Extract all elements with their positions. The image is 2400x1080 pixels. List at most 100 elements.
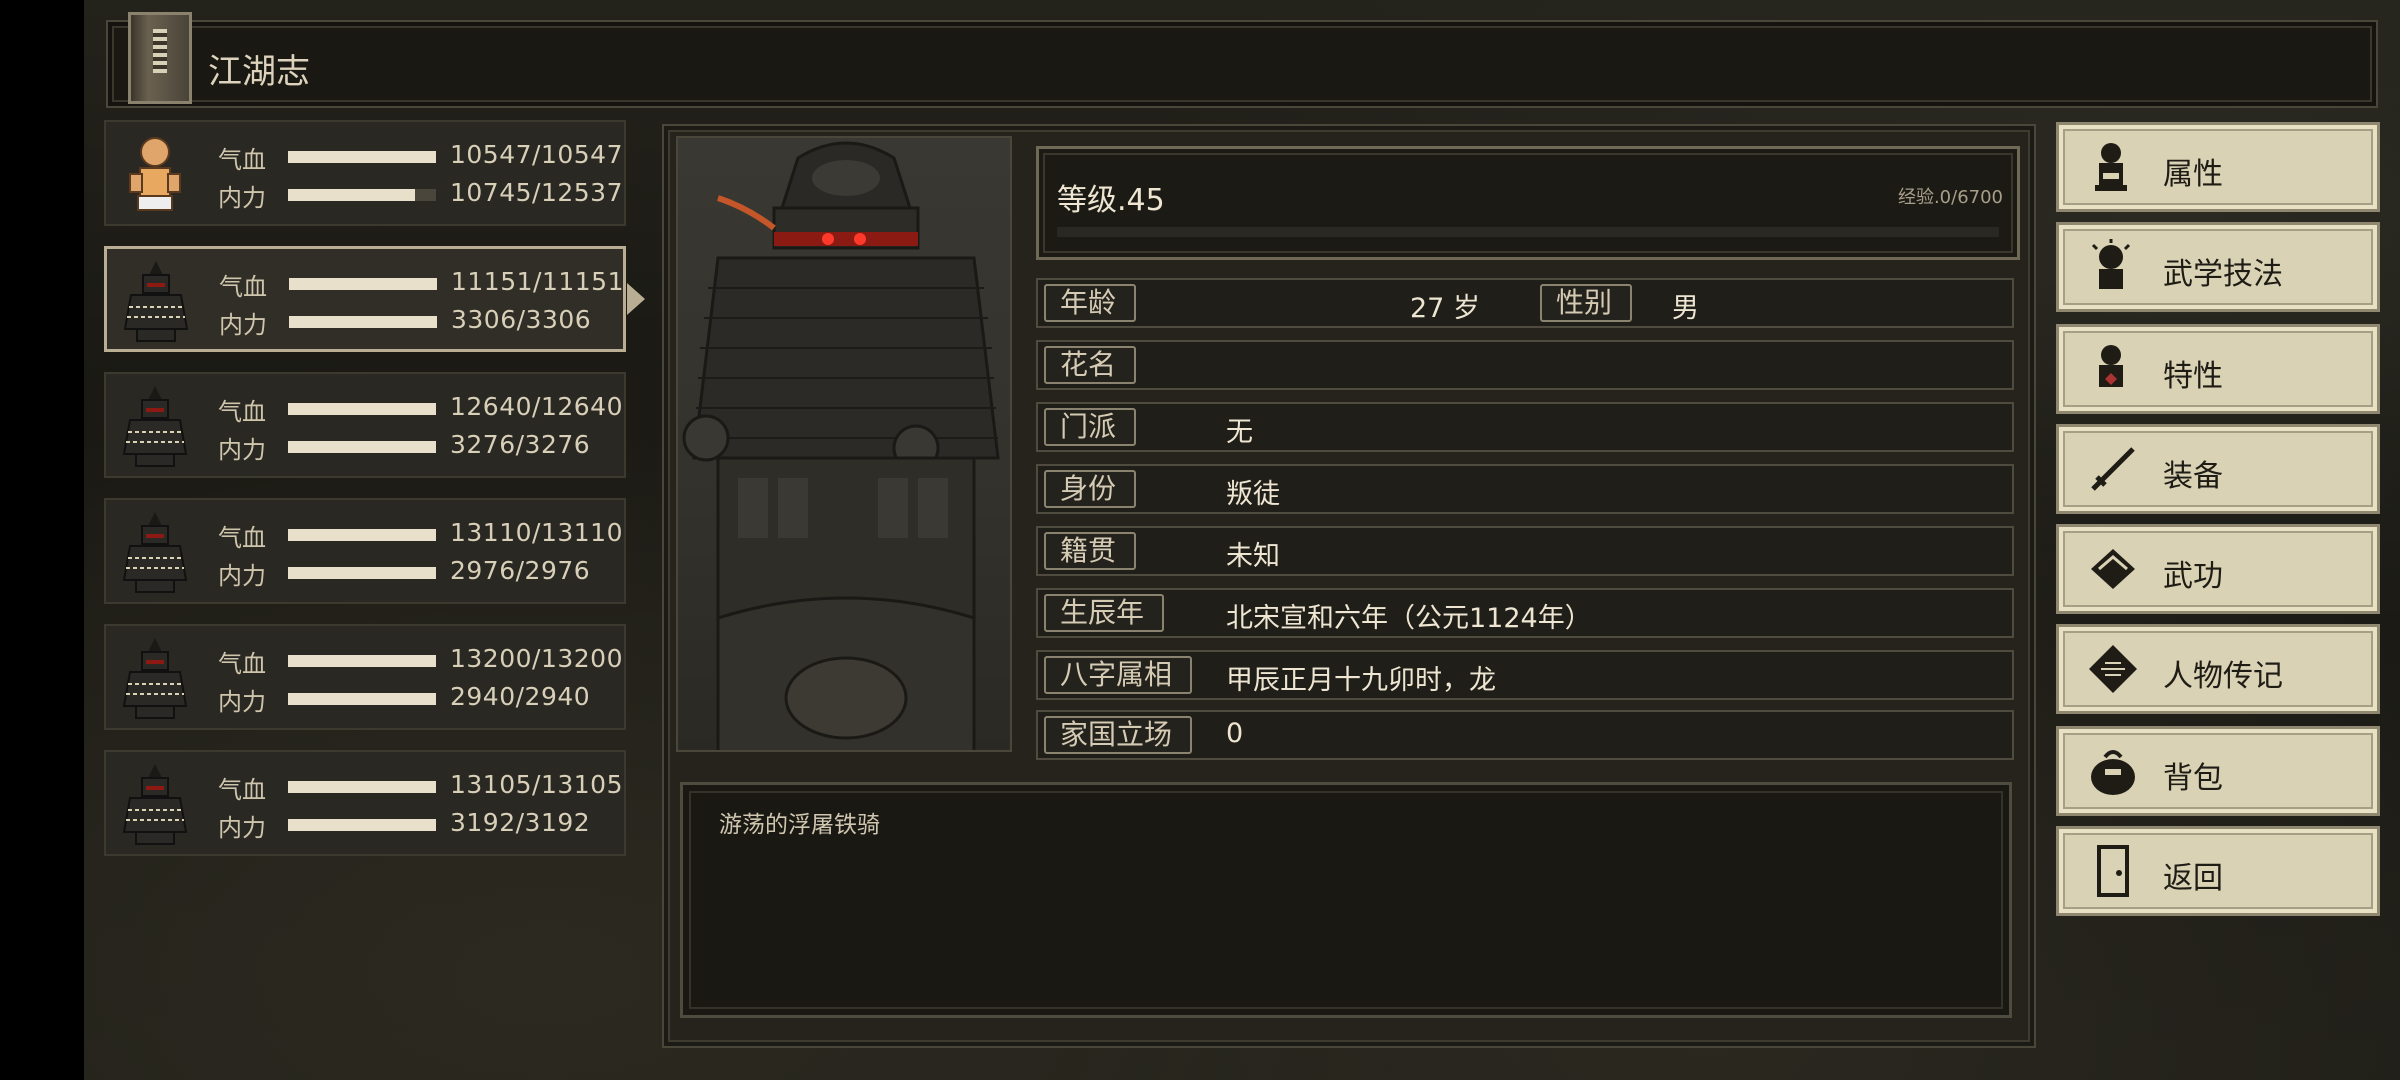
level-box: 等级.45 经验.0/6700 — [1036, 146, 2020, 260]
identity-value: 叛徒 — [1226, 479, 1280, 510]
hp-bar — [288, 403, 436, 415]
nickname-row: 花名 — [1036, 340, 2014, 390]
hp-bar-fill — [288, 403, 436, 415]
menu-button-label: 返回 — [2163, 861, 2223, 896]
mp-bar-fill — [288, 567, 436, 579]
menu-button-label: 特性 — [2163, 359, 2223, 394]
hp-value: 13110/13110 — [450, 518, 623, 547]
armored-soldier-icon — [120, 634, 190, 724]
mp-bar — [288, 441, 436, 453]
hp-bar — [288, 655, 436, 667]
menu-button-traits[interactable]: 特性 — [2056, 324, 2380, 414]
hp-row: 气血 10547/10547 — [218, 140, 622, 174]
menu-button-label: 属性 — [2163, 157, 2223, 192]
hp-row: 气血 12640/12640 — [218, 392, 622, 426]
mp-row: 内力 2976/2976 — [218, 556, 618, 590]
mp-value: 2940/2940 — [450, 682, 591, 711]
hp-bar-fill — [289, 278, 437, 290]
menu-button-kungfu-book[interactable]: 武功 — [2056, 524, 2380, 614]
identity-label: 身份 — [1044, 470, 1137, 508]
menu-button-label: 武学技法 — [2163, 257, 2283, 292]
mp-value: 3192/3192 — [450, 808, 591, 837]
mp-bar — [288, 567, 436, 579]
biography-icon — [2083, 639, 2143, 699]
menu-button-label: 武功 — [2163, 559, 2223, 594]
hp-label: 气血 — [218, 650, 266, 678]
backpack-icon — [2083, 741, 2143, 801]
book-icon — [128, 12, 192, 104]
party-member-card[interactable]: 气血 12640/12640 内力 3276/3276 — [104, 372, 626, 478]
mp-label: 内力 — [218, 688, 266, 716]
hp-label: 气血 — [218, 146, 266, 174]
description-box: 游荡的浮屠铁骑 — [680, 782, 2012, 1018]
kungfu-book-icon — [2083, 539, 2143, 599]
hp-bar-fill — [288, 151, 436, 163]
mp-bar-fill — [288, 441, 436, 453]
hp-bar-fill — [288, 781, 436, 793]
armored-soldier-icon — [121, 257, 191, 347]
party-member-card[interactable]: 气血 13110/13110 内力 2976/2976 — [104, 498, 626, 604]
menu-button-attributes[interactable]: 属性 — [2056, 122, 2380, 212]
hp-bar-fill — [288, 529, 436, 541]
gender-value: 男 — [1672, 293, 1699, 324]
sect-row: 门派 无 — [1036, 402, 2014, 452]
birth-row: 生辰年 北宋宣和六年（公元1124年） — [1036, 588, 2014, 638]
mp-row: 内力 3306/3306 — [219, 305, 619, 339]
hp-row: 气血 13110/13110 — [218, 518, 622, 552]
hp-label: 气血 — [218, 776, 266, 804]
equipment-icon — [2083, 439, 2143, 499]
party-member-card[interactable]: 气血 10547/10547 内力 10745/12537 — [104, 120, 626, 226]
exp-bar — [1057, 227, 1999, 237]
hp-value: 13105/13105 — [450, 770, 623, 799]
origin-value: 未知 — [1226, 541, 1280, 572]
hp-row: 气血 13105/13105 — [218, 770, 622, 804]
bazi-value: 甲辰正月十九卯时，龙 — [1226, 665, 1496, 696]
origin-label: 籍贯 — [1044, 532, 1137, 570]
mp-row: 内力 10745/12537 — [218, 178, 622, 212]
bazi-label: 八字属相 — [1044, 656, 1193, 694]
hp-bar — [288, 781, 436, 793]
party-member-card[interactable]: 气血 13200/13200 内力 2940/2940 — [104, 624, 626, 730]
hp-value: 12640/12640 — [450, 392, 623, 421]
age-label: 年龄 — [1044, 284, 1137, 322]
hp-label: 气血 — [219, 273, 267, 301]
return-door-icon — [2083, 841, 2143, 901]
armored-soldier-icon — [120, 760, 190, 850]
hp-label: 气血 — [218, 524, 266, 552]
party-member-card[interactable]: 气血 13105/13105 内力 3192/3192 — [104, 750, 626, 856]
stance-row: 家国立场 0 — [1036, 710, 2014, 760]
level-text: 等级.45 — [1057, 183, 1165, 218]
mp-bar-fill — [288, 693, 436, 705]
mp-label: 内力 — [218, 562, 266, 590]
menu-button-equipment[interactable]: 装备 — [2056, 424, 2380, 514]
attributes-icon — [2083, 137, 2143, 197]
mp-bar — [288, 819, 436, 831]
armored-soldier-icon — [120, 508, 190, 598]
sect-label: 门派 — [1044, 408, 1137, 446]
mp-row: 内力 3192/3192 — [218, 808, 618, 842]
menu-button-label: 背包 — [2163, 761, 2223, 796]
page-title: 江湖志 — [208, 52, 310, 92]
mp-value: 10745/12537 — [450, 178, 623, 207]
birth-value: 北宋宣和六年（公元1124年） — [1226, 603, 1592, 634]
menu-button-label: 装备 — [2163, 459, 2223, 494]
stance-value: 0 — [1226, 718, 1244, 749]
menu-button-return-door[interactable]: 返回 — [2056, 826, 2380, 916]
identity-row: 身份 叛徒 — [1036, 464, 2014, 514]
menu-button-martial-skills[interactable]: 武学技法 — [2056, 222, 2380, 312]
description-text: 游荡的浮屠铁骑 — [719, 812, 880, 838]
menu-button-backpack[interactable]: 背包 — [2056, 726, 2380, 816]
mp-row: 内力 2940/2940 — [218, 682, 618, 716]
mp-bar — [289, 316, 437, 328]
mp-label: 内力 — [218, 184, 266, 212]
mp-value: 3276/3276 — [450, 430, 591, 459]
origin-row: 籍贯 未知 — [1036, 526, 2014, 576]
selection-pointer-icon — [627, 283, 645, 315]
martial-skills-icon — [2083, 237, 2143, 297]
menu-button-biography[interactable]: 人物传记 — [2056, 624, 2380, 714]
party-member-card[interactable]: 气血 11151/11151 内力 3306/3306 — [104, 246, 645, 352]
mp-bar — [288, 693, 436, 705]
hp-row: 气血 11151/11151 — [219, 267, 623, 301]
age-value: 27 岁 — [1410, 293, 1480, 324]
mp-value: 3306/3306 — [451, 305, 592, 334]
